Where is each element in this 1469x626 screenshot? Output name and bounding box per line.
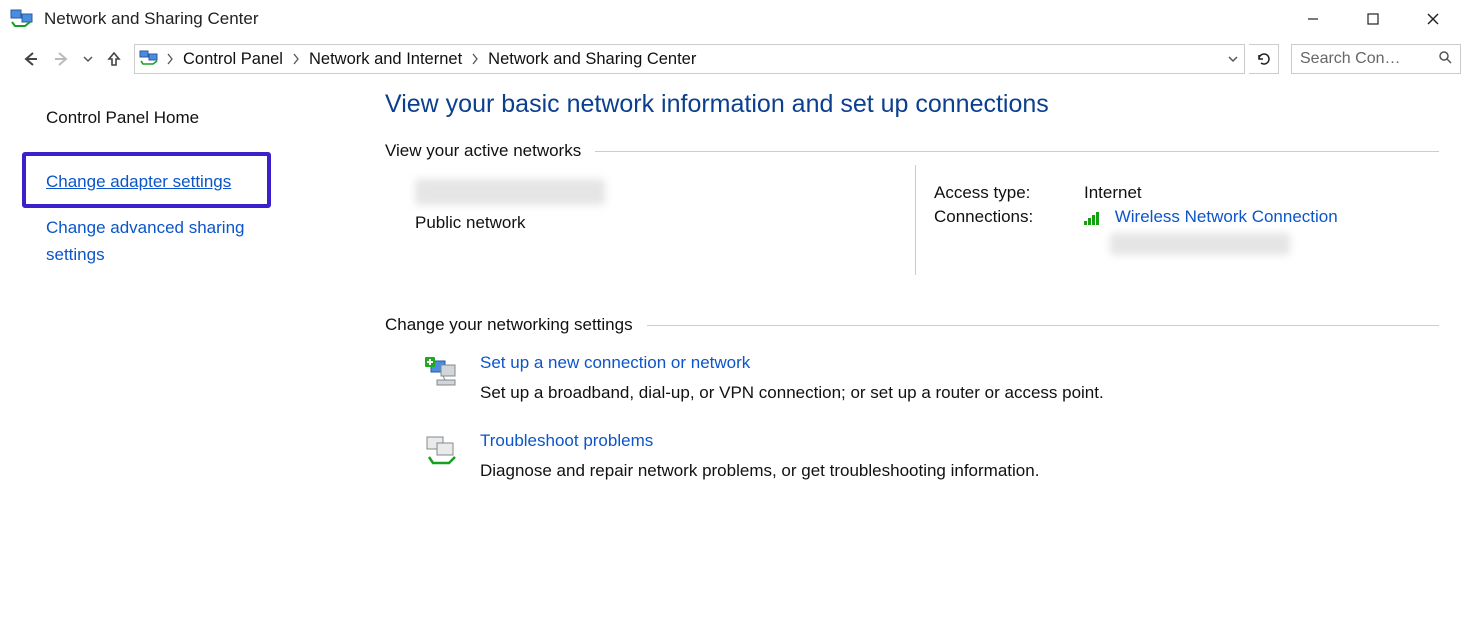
- network-sharing-icon: [139, 49, 159, 69]
- forward-button[interactable]: [48, 45, 76, 73]
- access-type-value: Internet: [1084, 183, 1142, 203]
- page-heading: View your basic network information and …: [385, 90, 1439, 119]
- setup-new-connection-link[interactable]: Set up a new connection or network: [480, 353, 750, 372]
- section-change-settings-label: Change your networking settings: [385, 315, 633, 335]
- breadcrumb-control-panel[interactable]: Control Panel: [177, 45, 289, 73]
- chevron-right-icon[interactable]: [289, 53, 303, 65]
- network-type-label: Public network: [415, 213, 915, 233]
- history-dropdown[interactable]: [80, 54, 96, 64]
- network-name-redacted: [415, 179, 605, 205]
- window-title: Network and Sharing Center: [44, 9, 259, 29]
- back-button[interactable]: [16, 45, 44, 73]
- connection-detail-redacted: [1110, 233, 1290, 255]
- setup-new-connection-desc: Set up a broadband, dial-up, or VPN conn…: [480, 383, 1104, 403]
- control-panel-home-link[interactable]: Control Panel Home: [46, 108, 365, 128]
- divider: [647, 325, 1439, 326]
- refresh-button[interactable]: [1249, 44, 1279, 74]
- signal-bars-icon: [1084, 210, 1107, 229]
- maximize-button[interactable]: [1343, 4, 1403, 34]
- network-sharing-icon: [10, 8, 34, 30]
- breadcrumb-network-sharing[interactable]: Network and Sharing Center: [482, 45, 702, 73]
- connections-label: Connections:: [934, 207, 1084, 227]
- search-icon: [1438, 50, 1452, 68]
- titlebar: Network and Sharing Center: [0, 0, 1469, 38]
- divider: [915, 165, 916, 275]
- change-adapter-settings-link[interactable]: Change adapter settings: [46, 172, 231, 192]
- troubleshoot-problems-link[interactable]: Troubleshoot problems: [480, 431, 653, 450]
- address-field[interactable]: Control Panel Network and Internet Netwo…: [134, 44, 1245, 74]
- highlighted-link-box: Change adapter settings: [22, 152, 271, 208]
- chevron-right-icon[interactable]: [163, 53, 177, 65]
- section-active-networks-label: View your active networks: [385, 141, 581, 161]
- wireless-connection-link[interactable]: Wireless Network Connection: [1115, 207, 1338, 226]
- change-advanced-sharing-link[interactable]: Change advanced sharing settings: [46, 214, 306, 268]
- up-button[interactable]: [100, 45, 128, 73]
- chevron-right-icon[interactable]: [468, 53, 482, 65]
- chevron-down-icon[interactable]: [1228, 51, 1238, 68]
- sidebar: Control Panel Home Change adapter settin…: [0, 80, 365, 626]
- breadcrumb-network-internet[interactable]: Network and Internet: [303, 45, 468, 73]
- close-button[interactable]: [1403, 4, 1463, 34]
- troubleshoot-problems-desc: Diagnose and repair network problems, or…: [480, 461, 1039, 481]
- minimize-button[interactable]: [1283, 4, 1343, 34]
- main-content: View your basic network information and …: [365, 80, 1469, 626]
- troubleshoot-icon: [420, 431, 466, 471]
- access-type-label: Access type:: [934, 183, 1084, 203]
- search-placeholder: Search Con…: [1300, 50, 1438, 68]
- search-input[interactable]: Search Con…: [1291, 44, 1461, 74]
- new-connection-icon: [420, 353, 466, 393]
- address-bar: Control Panel Network and Internet Netwo…: [0, 38, 1469, 80]
- divider: [595, 151, 1439, 152]
